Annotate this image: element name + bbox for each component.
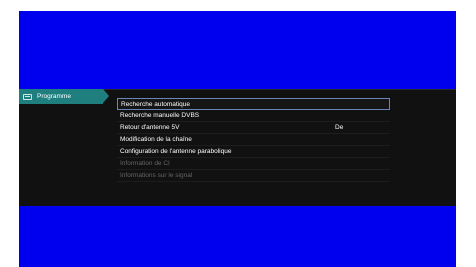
menu-item-label: Recherche manuelle DVBS — [120, 112, 200, 119]
tab-label: Programme — [37, 93, 71, 100]
tab-programme[interactable]: Programme — [19, 89, 103, 104]
menu-item-informations-signal: Informations sur le signal — [117, 170, 390, 182]
menu-item-label: Configuration de l'antenne parabolique — [120, 148, 232, 155]
tv-icon — [23, 93, 32, 100]
menu-item-recherche-automatique[interactable]: Recherche automatique — [117, 98, 390, 110]
menu-list: Recherche automatique Recherche manuelle… — [117, 98, 390, 182]
menu-item-label: Informations sur le signal — [120, 172, 193, 179]
tv-screen: Programme Recherche automatique Recherch… — [19, 11, 456, 267]
menu-item-modification-chaine[interactable]: Modification de la chaîne — [117, 134, 390, 146]
tab-arrow — [103, 89, 109, 103]
menu-item-configuration-antenne[interactable]: Configuration de l'antenne parabolique — [117, 146, 390, 158]
menu-item-value: De — [335, 124, 344, 131]
menu-item-label: Recherche automatique — [121, 100, 191, 108]
menu-item-recherche-manuelle-dvbs[interactable]: Recherche manuelle DVBS — [117, 110, 390, 122]
menu-item-retour-antenne-5v[interactable]: Retour d'antenne 5V De — [117, 122, 390, 134]
menu-item-label: Retour d'antenne 5V — [120, 124, 180, 131]
menu-item-information-ci: Information de CI — [117, 158, 390, 170]
menu-item-label: Information de CI — [120, 160, 170, 167]
menu-item-label: Modification de la chaîne — [120, 136, 192, 143]
settings-menu-panel: Programme Recherche automatique Recherch… — [19, 89, 456, 206]
